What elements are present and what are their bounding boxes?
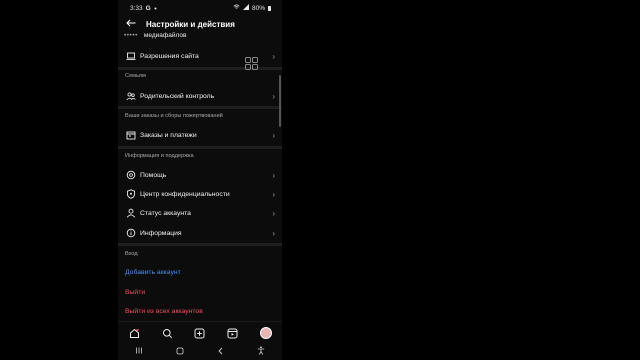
chevron-right-icon: ›: [272, 130, 275, 140]
battery-icon: [268, 5, 271, 11]
scrollbar[interactable]: [279, 75, 281, 127]
chevron-right-icon: ›: [272, 208, 275, 218]
help-item[interactable]: Помощь ›: [118, 166, 282, 184]
phone-screen: 3:33 G 80% Настройки и действия ••••• ме…: [118, 0, 282, 360]
family-section-title: Семьям: [125, 73, 146, 79]
reels-icon[interactable]: [225, 325, 241, 341]
account-status-label: Статус аккаунта: [140, 209, 191, 217]
wifi-icon: [233, 4, 240, 12]
status-time: 3:33: [130, 4, 143, 12]
help-label: Помощь: [140, 171, 167, 179]
recent-apps-icon[interactable]: [135, 347, 143, 356]
info-icon: [125, 227, 137, 239]
shield-icon: [125, 188, 137, 200]
orders-section-title: Ваши заказы и сборы пожертвований: [125, 113, 223, 119]
logout-all-link[interactable]: Выйти из всех аккаунтов: [125, 308, 203, 315]
parental-control-item[interactable]: Родительский контроль ›: [118, 87, 282, 105]
arrow-left-icon[interactable]: [126, 19, 146, 30]
chevron-right-icon: ›: [272, 228, 275, 238]
floating-grid-icon[interactable]: [245, 57, 258, 70]
search-icon[interactable]: [159, 325, 175, 341]
media-icon: •••••: [124, 32, 138, 39]
privacy-center-item[interactable]: Центр конфиденциальности ›: [118, 185, 282, 203]
truncated-item[interactable]: ••••• медиафайлов: [124, 32, 186, 39]
avatar: [259, 327, 272, 339]
chevron-right-icon: ›: [272, 189, 275, 199]
home-icon[interactable]: [126, 325, 142, 341]
battery-percent: 80%: [251, 4, 265, 12]
orders-payments-label: Заказы и платежи: [140, 131, 197, 139]
divider: [118, 146, 282, 149]
information-label: Информация: [140, 229, 182, 237]
account-status-item[interactable]: Статус аккаунта ›: [118, 204, 282, 222]
people-icon: [125, 90, 137, 102]
login-section-title: Вход: [125, 251, 138, 257]
back-icon[interactable]: [217, 347, 224, 357]
laptop-icon: [125, 50, 137, 62]
signal-icon: [242, 4, 249, 12]
tab-bar: [118, 321, 282, 344]
divider: [118, 243, 282, 246]
home-button-icon[interactable]: [176, 347, 184, 357]
divider: [118, 106, 282, 109]
parental-control-label: Родительский контроль: [140, 92, 215, 100]
notification-dot-icon: [154, 5, 157, 12]
receipt-icon: [125, 129, 137, 141]
orders-payments-item[interactable]: Заказы и платежи ›: [118, 126, 282, 144]
chevron-right-icon: ›: [272, 51, 275, 61]
information-item[interactable]: Информация ›: [118, 224, 282, 242]
system-nav-bar: [118, 343, 282, 360]
chevron-right-icon: ›: [272, 170, 275, 180]
google-icon: G: [145, 4, 151, 12]
add-account-link[interactable]: Добавить аккаунт: [125, 269, 181, 276]
status-bar: 3:33 G 80%: [118, 0, 282, 16]
user-icon: [125, 207, 137, 219]
info-section-title: Информация и поддержка: [125, 153, 194, 159]
profile-avatar[interactable]: [258, 325, 274, 341]
truncated-item-label: медиафайлов: [143, 32, 187, 39]
privacy-center-label: Центр конфиденциальности: [140, 190, 230, 198]
settings-list: ••••• медиафайлов Разрешения сайта › Сем…: [118, 30, 282, 315]
accessibility-icon[interactable]: [257, 346, 265, 357]
help-icon: [125, 169, 137, 181]
logout-link[interactable]: Выйти: [125, 289, 145, 296]
page-title: Настройки и действия: [146, 19, 235, 29]
chevron-right-icon: ›: [272, 91, 275, 101]
create-icon[interactable]: [192, 325, 208, 341]
